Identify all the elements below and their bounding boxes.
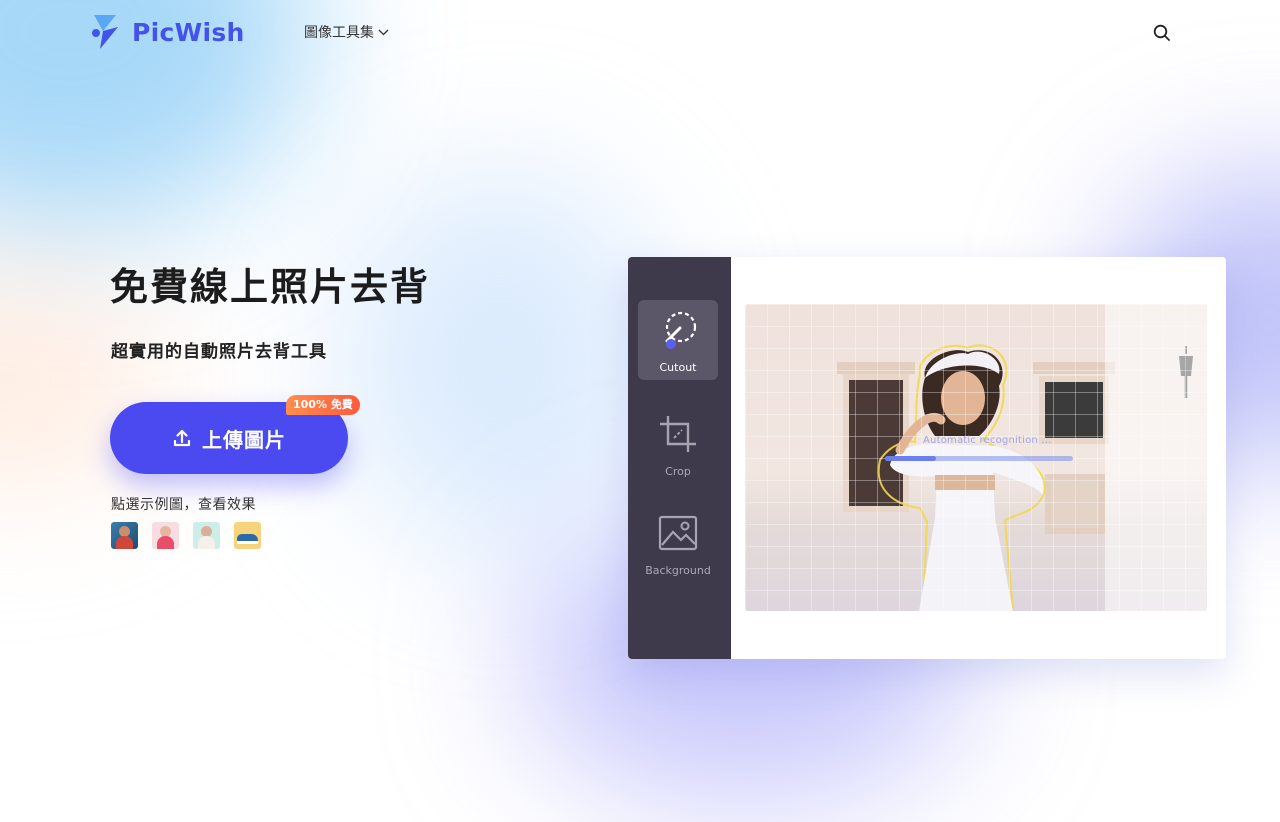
background-image-icon — [658, 515, 698, 551]
upload-icon — [173, 429, 191, 447]
tool-cutout-label: Cutout — [659, 361, 697, 374]
tool-background-label: Background — [645, 564, 711, 577]
image-tools-menu[interactable]: 圖像工具集 — [304, 22, 389, 42]
progress-fill — [885, 456, 936, 461]
sample-images-label: 點選示例圖，查看效果 — [111, 497, 256, 513]
tool-crop-label: Crop — [665, 465, 691, 478]
sample-image-1[interactable] — [111, 522, 138, 549]
chevron-down-icon — [378, 29, 389, 35]
sample-image-4[interactable] — [234, 522, 261, 549]
sample-image-2[interactable] — [152, 522, 179, 549]
progress-label: Automatic recognition ... — [923, 435, 1052, 446]
sample-images — [111, 522, 261, 549]
progress-bar — [885, 456, 1073, 461]
picwish-logo-icon — [92, 15, 118, 49]
site-header: PicWish 圖像工具集 — [0, 0, 1280, 66]
hero-title: 免費線上照片去背 — [110, 265, 431, 309]
brand-name: PicWish — [132, 17, 245, 47]
tool-background[interactable]: Background — [638, 503, 718, 583]
hero-subtitle: 超實用的自動照片去背工具 — [111, 342, 327, 362]
tool-crop[interactable]: Crop — [638, 404, 718, 484]
crop-icon — [660, 416, 696, 452]
image-tools-menu-label: 圖像工具集 — [304, 25, 374, 41]
upload-button-label: 上傳圖片 — [202, 427, 286, 452]
search-icon[interactable] — [1153, 24, 1171, 42]
brand-logo-link[interactable]: PicWish — [90, 13, 245, 51]
sample-image-3[interactable] — [193, 522, 220, 549]
cutout-icon — [665, 311, 697, 349]
transparent-overlay — [1105, 304, 1207, 611]
preview-photo: Automatic recognition ... — [745, 304, 1207, 611]
editor-sidebar: Cutout Crop Background — [628, 257, 731, 659]
tool-cutout[interactable]: Cutout — [638, 300, 718, 380]
free-badge: 100% 免費 — [286, 395, 360, 415]
editor-preview: Cutout Crop Background Automatic recogni… — [628, 257, 1226, 659]
